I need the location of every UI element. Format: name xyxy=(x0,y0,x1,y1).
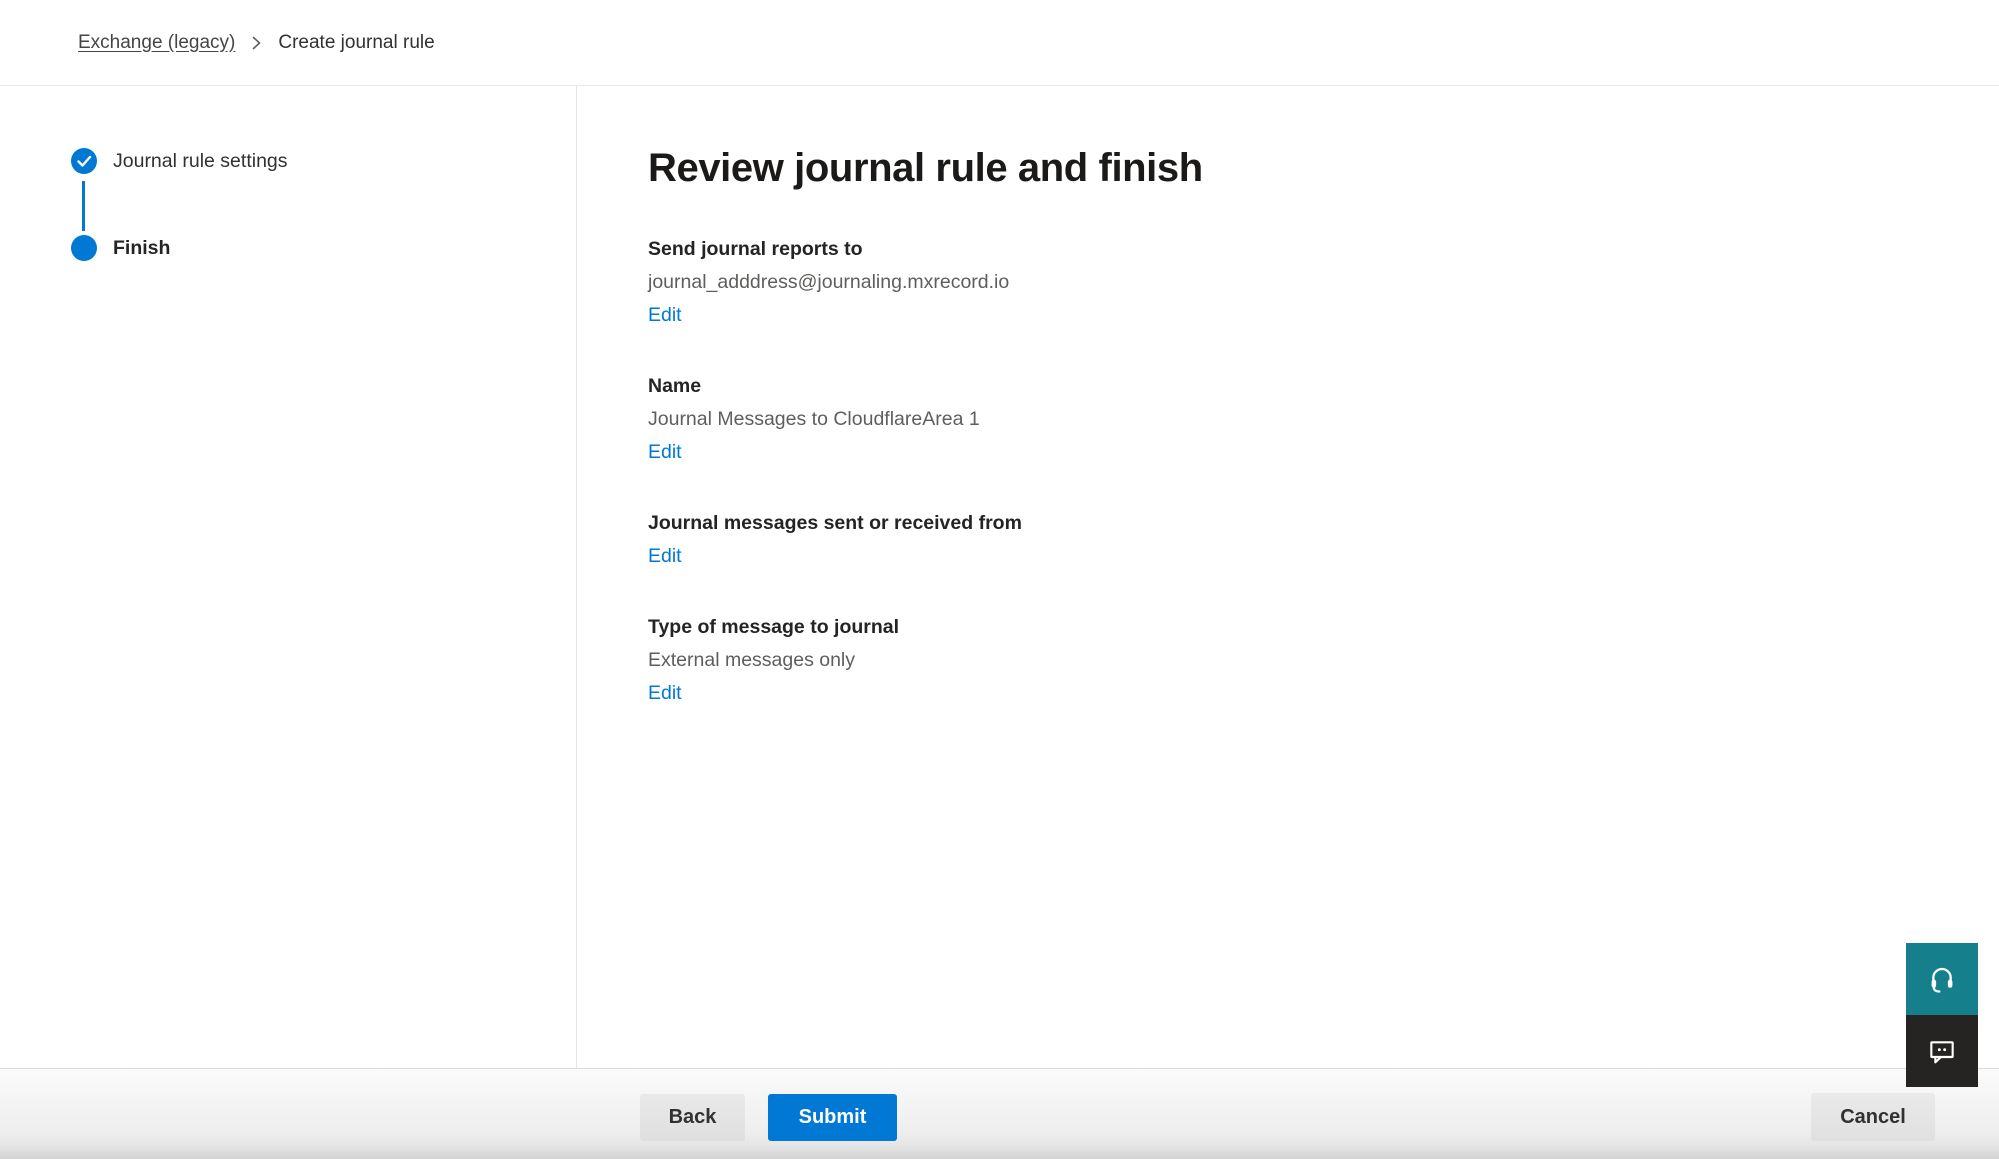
step-journal-rule-settings[interactable]: Journal rule settings xyxy=(113,148,288,174)
message-type-value: External messages only xyxy=(648,647,1999,673)
feedback-button[interactable] xyxy=(1906,1015,1978,1087)
wizard-steps-panel: Journal rule settings Finish xyxy=(0,86,577,1068)
step-current-indicator xyxy=(71,235,97,261)
review-section-send-reports-to: Send journal reports to journal_adddress… xyxy=(648,236,1999,328)
review-section-message-type: Type of message to journal External mess… xyxy=(648,614,1999,706)
edit-message-type-link[interactable]: Edit xyxy=(648,680,682,706)
section-label: Send journal reports to xyxy=(648,236,1999,262)
page-title: Review journal rule and finish xyxy=(648,144,1999,192)
submit-button[interactable]: Submit xyxy=(768,1094,897,1141)
top-bar: Exchange (legacy) Create journal rule xyxy=(0,0,1999,86)
exchange-admin-window: Exchange (legacy) Create journal rule Jo… xyxy=(0,0,1999,1159)
journal-report-address-value: journal_adddress@journaling.mxrecord.io xyxy=(648,269,1999,295)
back-button[interactable]: Back xyxy=(640,1094,745,1141)
step-finish: Finish xyxy=(113,235,170,261)
breadcrumb-exchange-legacy-link[interactable]: Exchange (legacy) xyxy=(78,32,235,54)
breadcrumb: Exchange (legacy) Create journal rule xyxy=(78,32,435,54)
section-label: Journal messages sent or received from xyxy=(648,510,1999,536)
review-section-name: Name Journal Messages to CloudflareArea … xyxy=(648,373,1999,465)
help-support-button[interactable] xyxy=(1906,943,1978,1015)
action-bar: Back Submit Cancel xyxy=(0,1068,1999,1159)
edit-sent-or-received-link[interactable]: Edit xyxy=(648,543,682,569)
edit-send-reports-link[interactable]: Edit xyxy=(648,302,682,328)
breadcrumb-current-page: Create journal rule xyxy=(278,32,434,54)
check-icon xyxy=(77,155,92,168)
feedback-icon xyxy=(1926,1035,1958,1067)
rule-name-value: Journal Messages to CloudflareArea 1 xyxy=(648,406,1999,432)
edit-name-link[interactable]: Edit xyxy=(648,439,682,465)
section-label: Type of message to journal xyxy=(648,614,1999,640)
cancel-button[interactable]: Cancel xyxy=(1811,1093,1935,1141)
step-completed-indicator[interactable] xyxy=(71,148,97,174)
review-panel: Review journal rule and finish Send jour… xyxy=(578,86,1999,1068)
headset-icon xyxy=(1926,963,1958,995)
review-section-sent-or-received-from: Journal messages sent or received from E… xyxy=(648,510,1999,569)
step-connector-line xyxy=(82,181,85,231)
section-label: Name xyxy=(648,373,1999,399)
breadcrumb-chevron-icon xyxy=(251,35,262,51)
